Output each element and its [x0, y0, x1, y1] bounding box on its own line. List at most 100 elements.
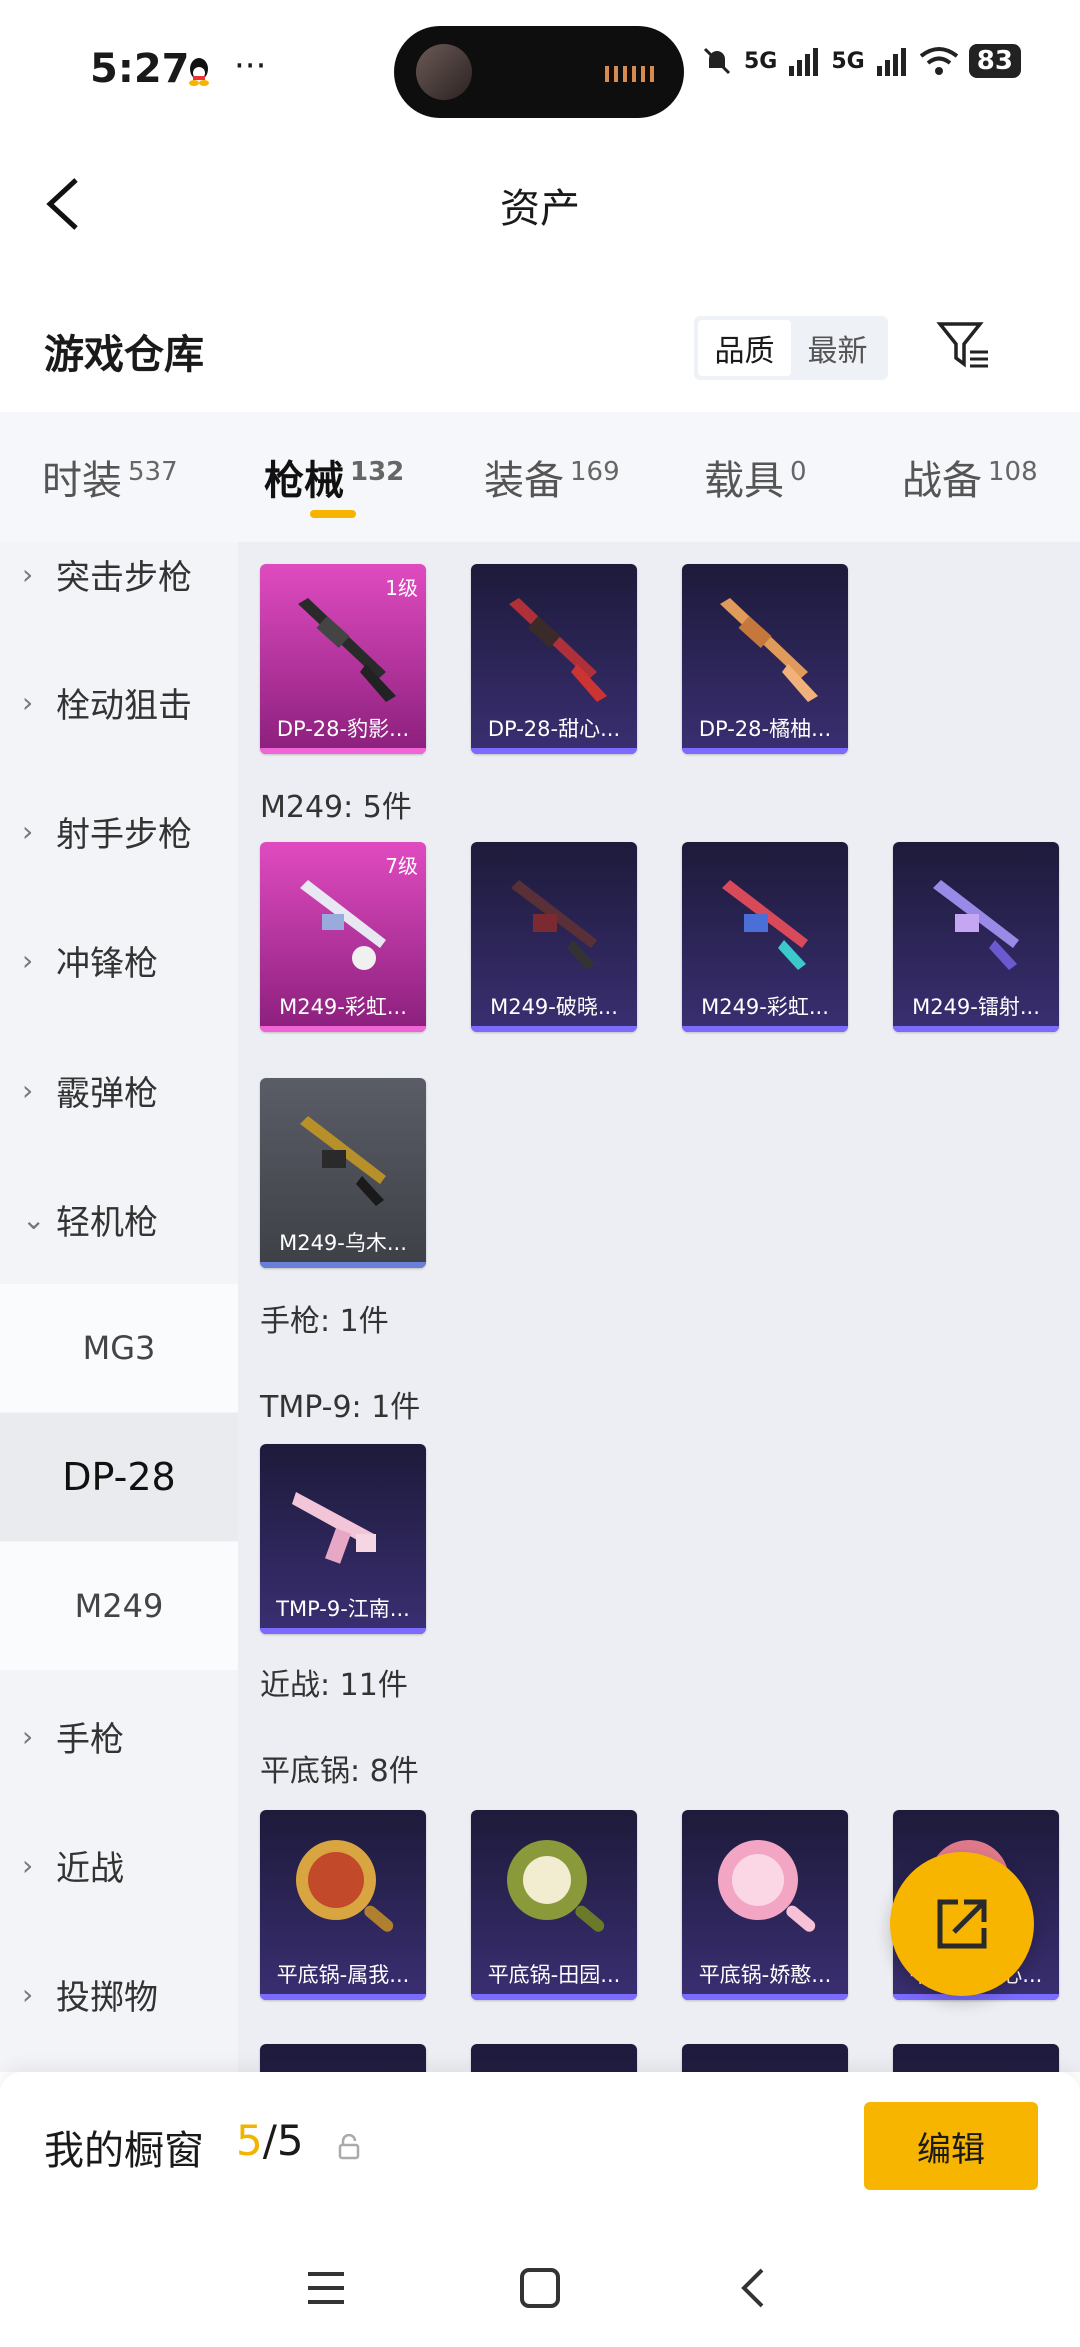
item-card[interactable]: 平底锅-娇憨... — [682, 1810, 848, 2000]
sidebar-item-label: 近战 — [56, 1848, 124, 1889]
tab-label: 时装 — [42, 458, 122, 504]
pan-skin-icon — [718, 1840, 816, 1932]
sidebar-item-throwable[interactable]: › 投掷物 — [0, 1930, 238, 2058]
home-icon[interactable] — [510, 2258, 570, 2318]
page-title: 资产 — [500, 186, 580, 232]
item-name: DP-28-豹影... — [276, 717, 410, 741]
item-card[interactable]: 平底锅-属我... — [260, 1810, 426, 2000]
item-name: M249-乌木... — [279, 1231, 407, 1255]
share-button[interactable] — [890, 1852, 1034, 1996]
showcase-count: 5/5 — [236, 2116, 304, 2165]
audio-wave-icon — [605, 66, 654, 82]
item-card[interactable]: M249-彩虹... — [682, 842, 848, 1032]
weapon-category-sidebar: › 突击步枪 › 栓动狙击 › 射手步枪 › 冲锋枪 › 霰弹枪 ⌄ 轻机枪 MG3 DP-… — [0, 542, 238, 2072]
tab-count: 0 — [790, 456, 807, 487]
chevron-right-icon: › — [22, 685, 34, 719]
item-card[interactable]: M249-镭射... — [893, 842, 1059, 1032]
showcase-title: 我的橱窗 — [44, 2128, 204, 2174]
lmg-skin-icon — [720, 598, 818, 702]
item-name: M249-彩虹... — [701, 995, 829, 1019]
rarity-bar — [260, 1026, 426, 1032]
sidebar-item-smg[interactable]: › 冲锋枪 — [0, 896, 238, 1024]
clock: 5:27 — [90, 46, 190, 92]
item-name: M249-镭射... — [912, 995, 1040, 1019]
tab-fashion[interactable]: 时装 537 — [42, 448, 178, 506]
sort-quality-button[interactable]: 品质 — [698, 320, 791, 376]
share-external-icon — [937, 1899, 987, 1949]
tab-guns[interactable]: 枪械 132 — [264, 448, 404, 506]
chevron-right-icon: › — [22, 1719, 34, 1753]
rarity-bar — [471, 1026, 637, 1032]
rarity-bar — [893, 1026, 1059, 1032]
chevron-down-icon: ⌄ — [22, 1202, 46, 1236]
rarity-bar — [893, 1994, 1059, 2000]
item-name: 平底锅-田园... — [487, 1963, 621, 1987]
item-card[interactable]: TMP-9-江南... — [260, 1444, 426, 1634]
rarity-bar — [682, 1026, 848, 1032]
chevron-right-icon: › — [22, 557, 34, 591]
item-name: TMP-9-江南... — [276, 1597, 410, 1621]
item-card[interactable] — [260, 2044, 426, 2072]
item-name: M249-破晓... — [490, 995, 618, 1019]
smg-skin-icon — [292, 1492, 376, 1564]
sidebar-item-dmr[interactable]: › 射手步枪 — [0, 767, 238, 895]
signal-5g-label-2: 5G — [831, 48, 865, 74]
chevron-right-icon: › — [22, 943, 34, 977]
sidebar-item-pistol[interactable]: › 手枪 — [0, 1672, 238, 1800]
sort-toggle: 品质 最新 — [694, 316, 888, 380]
sidebar-item-lmg[interactable]: ⌄ 轻机枪 — [0, 1155, 238, 1283]
tab-count: 537 — [128, 456, 178, 487]
item-card[interactable]: M249-破晓... — [471, 842, 637, 1032]
item-name: 平底锅-娇憨... — [698, 1963, 832, 1987]
sort-newest-button[interactable]: 最新 — [791, 320, 884, 376]
item-card[interactable]: 7级 M249-彩虹... — [260, 842, 426, 1032]
lmg-skin-icon — [509, 598, 607, 702]
filter-icon[interactable] — [936, 318, 992, 374]
sidebar-item-label: 射手步枪 — [56, 814, 192, 855]
sidebar-item-melee[interactable]: › 近战 — [0, 1801, 238, 1929]
section-label-m249: M249: 5件 — [260, 790, 412, 825]
showcase-bar: 我的橱窗 5/5 编辑 — [0, 2072, 1080, 2222]
sidebar-sub-dp28[interactable]: DP-28 — [0, 1413, 238, 1541]
status-icons: 5G 5G 83 — [700, 44, 1021, 78]
sidebar-item-assault-rifle[interactable]: › 突击步枪 — [0, 542, 238, 638]
rarity-bar — [471, 748, 637, 754]
tab-vehicles[interactable]: 载具 0 — [704, 448, 807, 506]
sidebar-sub-mg3[interactable]: MG3 — [0, 1284, 238, 1412]
chevron-right-icon: › — [22, 814, 34, 848]
sidebar-sub-m249[interactable]: M249 — [0, 1542, 238, 1670]
item-card[interactable]: DP-28-甜心... — [471, 564, 637, 754]
item-card[interactable]: 1级 DP-28-豹影... — [260, 564, 426, 754]
warehouse-title: 游戏仓库 — [44, 332, 204, 378]
item-card[interactable] — [893, 2044, 1059, 2072]
back-icon[interactable] — [724, 2258, 784, 2318]
sidebar-item-label: 投掷物 — [56, 1977, 158, 2018]
wifi-icon — [919, 47, 958, 75]
sidebar-item-label: 霰弹枪 — [56, 1073, 158, 1114]
sidebar-item-shotgun[interactable]: › 霰弹枪 — [0, 1026, 238, 1154]
chevron-right-icon: › — [22, 1977, 34, 2011]
item-card[interactable] — [471, 2044, 637, 2072]
item-card[interactable]: 平底锅-田园... — [471, 1810, 637, 2000]
pan-skin-icon — [507, 1840, 605, 1932]
item-card[interactable]: M249-乌木... — [260, 1078, 426, 1268]
lmg-skin-icon — [298, 598, 396, 702]
rarity-bar — [471, 1994, 637, 2000]
item-card[interactable]: DP-28-橘柚... — [682, 564, 848, 754]
item-name: M249-彩虹... — [279, 995, 407, 1019]
lock-icon — [338, 2134, 360, 2160]
sidebar-item-label: 手枪 — [56, 1719, 124, 1760]
item-card[interactable] — [682, 2044, 848, 2072]
tab-supplies[interactable]: 战备 108 — [902, 448, 1038, 506]
rarity-bar — [682, 1994, 848, 2000]
menu-icon[interactable] — [296, 2258, 356, 2318]
tab-equipment[interactable]: 装备 169 — [484, 448, 620, 506]
lmg-skin-icon — [300, 880, 386, 970]
signal-5g-label: 5G — [744, 48, 778, 74]
edit-button[interactable]: 编辑 — [864, 2102, 1038, 2190]
chevron-right-icon: › — [22, 1073, 34, 1107]
section-label-pan: 平底锅: 8件 — [260, 1754, 419, 1789]
sidebar-item-bolt-sniper[interactable]: › 栓动狙击 — [0, 638, 238, 766]
more-notifications-icon: ··· — [234, 46, 267, 86]
tab-label: 装备 — [484, 458, 564, 504]
